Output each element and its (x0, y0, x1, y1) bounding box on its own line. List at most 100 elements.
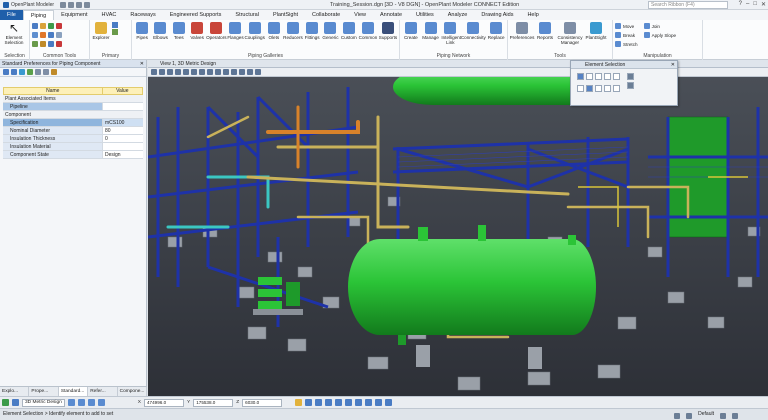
standard-views-icon[interactable] (239, 69, 245, 75)
pipes-button[interactable]: Pipes (134, 22, 150, 40)
attributes-icon[interactable] (40, 23, 46, 29)
intersection-snap-icon[interactable] (335, 399, 343, 406)
individual-select-icon[interactable] (577, 73, 584, 80)
operators-button[interactable]: Operators (206, 22, 227, 40)
line-select-icon[interactable] (604, 73, 611, 80)
lock-axis-icon[interactable] (295, 399, 303, 406)
scale-icon[interactable] (56, 32, 62, 38)
selection-list-icon[interactable] (627, 82, 634, 89)
model-icon[interactable] (112, 22, 118, 28)
tab-file[interactable]: File (0, 10, 23, 20)
delete-small-icon[interactable] (56, 41, 62, 47)
grid-row[interactable]: Pipeline (3, 103, 143, 111)
save-icon[interactable] (60, 1, 67, 8)
tangent-snap-icon[interactable] (375, 399, 383, 406)
tab-annotate[interactable]: Annotate (373, 10, 409, 20)
tab-explorer[interactable]: Explo... (0, 387, 30, 396)
invert-select-icon[interactable] (613, 73, 620, 80)
grid-row[interactable]: Specification mCS100 (3, 119, 143, 127)
reference-icon[interactable] (112, 29, 118, 35)
settings-icon[interactable] (43, 69, 49, 75)
fit-view-icon[interactable] (199, 69, 205, 75)
group-icon[interactable] (40, 41, 46, 47)
generic-button[interactable]: Generic (322, 22, 339, 40)
pan-view-icon[interactable] (215, 69, 221, 75)
update-view-icon[interactable] (167, 69, 173, 75)
tab-analyze[interactable]: Analyze (441, 10, 475, 20)
tab-plantsight[interactable]: PlantSight (266, 10, 305, 20)
view-icon[interactable] (87, 399, 95, 406)
couplings-button[interactable]: Couplings (244, 22, 265, 40)
common-button[interactable]: Common (359, 22, 377, 40)
panel-close-icon[interactable]: ✕ (140, 60, 144, 68)
snap-icon[interactable] (67, 399, 75, 406)
x-coordinate-field[interactable]: 474996.0 (144, 398, 184, 407)
break-button[interactable]: Break (615, 31, 638, 39)
redo-icon[interactable] (76, 1, 83, 8)
zoom-in-icon[interactable] (175, 69, 181, 75)
lock-icon[interactable] (674, 413, 681, 419)
display-style-icon[interactable] (159, 69, 165, 75)
explorer-button[interactable]: Explorer (92, 22, 110, 40)
dialog-close-icon[interactable]: ✕ (671, 61, 675, 69)
move-button[interactable]: Move (615, 22, 638, 30)
minimize-icon[interactable]: – (746, 1, 749, 8)
mode-invert-icon[interactable] (604, 85, 611, 92)
manage-button[interactable]: Manage (422, 22, 440, 40)
refresh-icon[interactable] (27, 69, 33, 75)
tab-drawing-aids[interactable]: Drawing Aids (474, 10, 520, 20)
zoom-out-icon[interactable] (183, 69, 189, 75)
clip-volume-icon[interactable] (255, 69, 261, 75)
navigation-icon[interactable] (12, 399, 19, 406)
mirror-icon[interactable] (48, 32, 54, 38)
measure-icon[interactable] (32, 41, 38, 47)
3d-model-viewport[interactable] (148, 77, 768, 396)
origin-snap-icon[interactable] (355, 399, 363, 406)
apply-slope-button[interactable]: Apply Slope (643, 31, 676, 39)
tab-utilities[interactable]: Utilities (409, 10, 441, 20)
tab-standard-preferences[interactable]: Standard... (58, 387, 89, 396)
reducers-button[interactable]: Reducers (283, 22, 303, 40)
export-icon[interactable] (51, 69, 57, 75)
alert-icon[interactable] (720, 413, 726, 419)
midpoint-snap-icon[interactable] (325, 399, 333, 406)
center-snap-icon[interactable] (315, 399, 323, 406)
olets-button[interactable]: Olets (266, 22, 282, 40)
close-icon[interactable]: ✕ (761, 1, 766, 8)
rotate-view-icon[interactable] (207, 69, 213, 75)
copy-icon[interactable] (32, 23, 38, 29)
level-display-icon[interactable] (686, 413, 693, 419)
tees-button[interactable]: Tees (171, 22, 187, 40)
plantsight-button[interactable]: PlantSight (586, 22, 606, 40)
fittings-button[interactable]: Fittings (304, 22, 320, 40)
tab-components[interactable]: Compone... (118, 387, 148, 396)
flanges-button[interactable]: Flanges (227, 22, 244, 40)
shape-select-icon[interactable] (595, 73, 602, 80)
perpendicular-snap-icon[interactable] (385, 399, 393, 406)
view-previous-icon[interactable] (223, 69, 229, 75)
move-icon[interactable] (48, 23, 54, 29)
undo-icon[interactable] (68, 1, 75, 8)
maximize-icon[interactable]: □ (753, 1, 757, 8)
grid-section-row[interactable]: Plant Associated Items (3, 95, 143, 103)
view-next-icon[interactable] (231, 69, 237, 75)
list-view-icon[interactable] (11, 69, 17, 75)
supports-button[interactable]: Supports (379, 22, 397, 40)
stretch-button[interactable]: Stretch (615, 40, 638, 48)
model-selector[interactable]: 3D Metric Design (22, 398, 65, 407)
grid-view-icon[interactable] (3, 69, 9, 75)
tab-references[interactable]: Refer... (88, 387, 118, 396)
levels-icon[interactable] (97, 399, 105, 406)
keypoint-snap-icon[interactable] (305, 399, 313, 406)
tab-collaborate[interactable]: Collaborate (305, 10, 347, 20)
reports-button[interactable]: Reports (536, 22, 554, 40)
mode-add-icon[interactable] (586, 85, 593, 92)
elbows-button[interactable]: Elbows (152, 22, 168, 40)
select-all-icon[interactable] (613, 85, 620, 92)
delete-icon[interactable] (56, 23, 62, 29)
custom-button[interactable]: Custom (341, 22, 357, 40)
bisector-snap-icon[interactable] (365, 399, 373, 406)
grid-lock-icon[interactable] (77, 399, 85, 406)
mode-new-icon[interactable] (577, 85, 584, 92)
window-area-icon[interactable] (191, 69, 197, 75)
